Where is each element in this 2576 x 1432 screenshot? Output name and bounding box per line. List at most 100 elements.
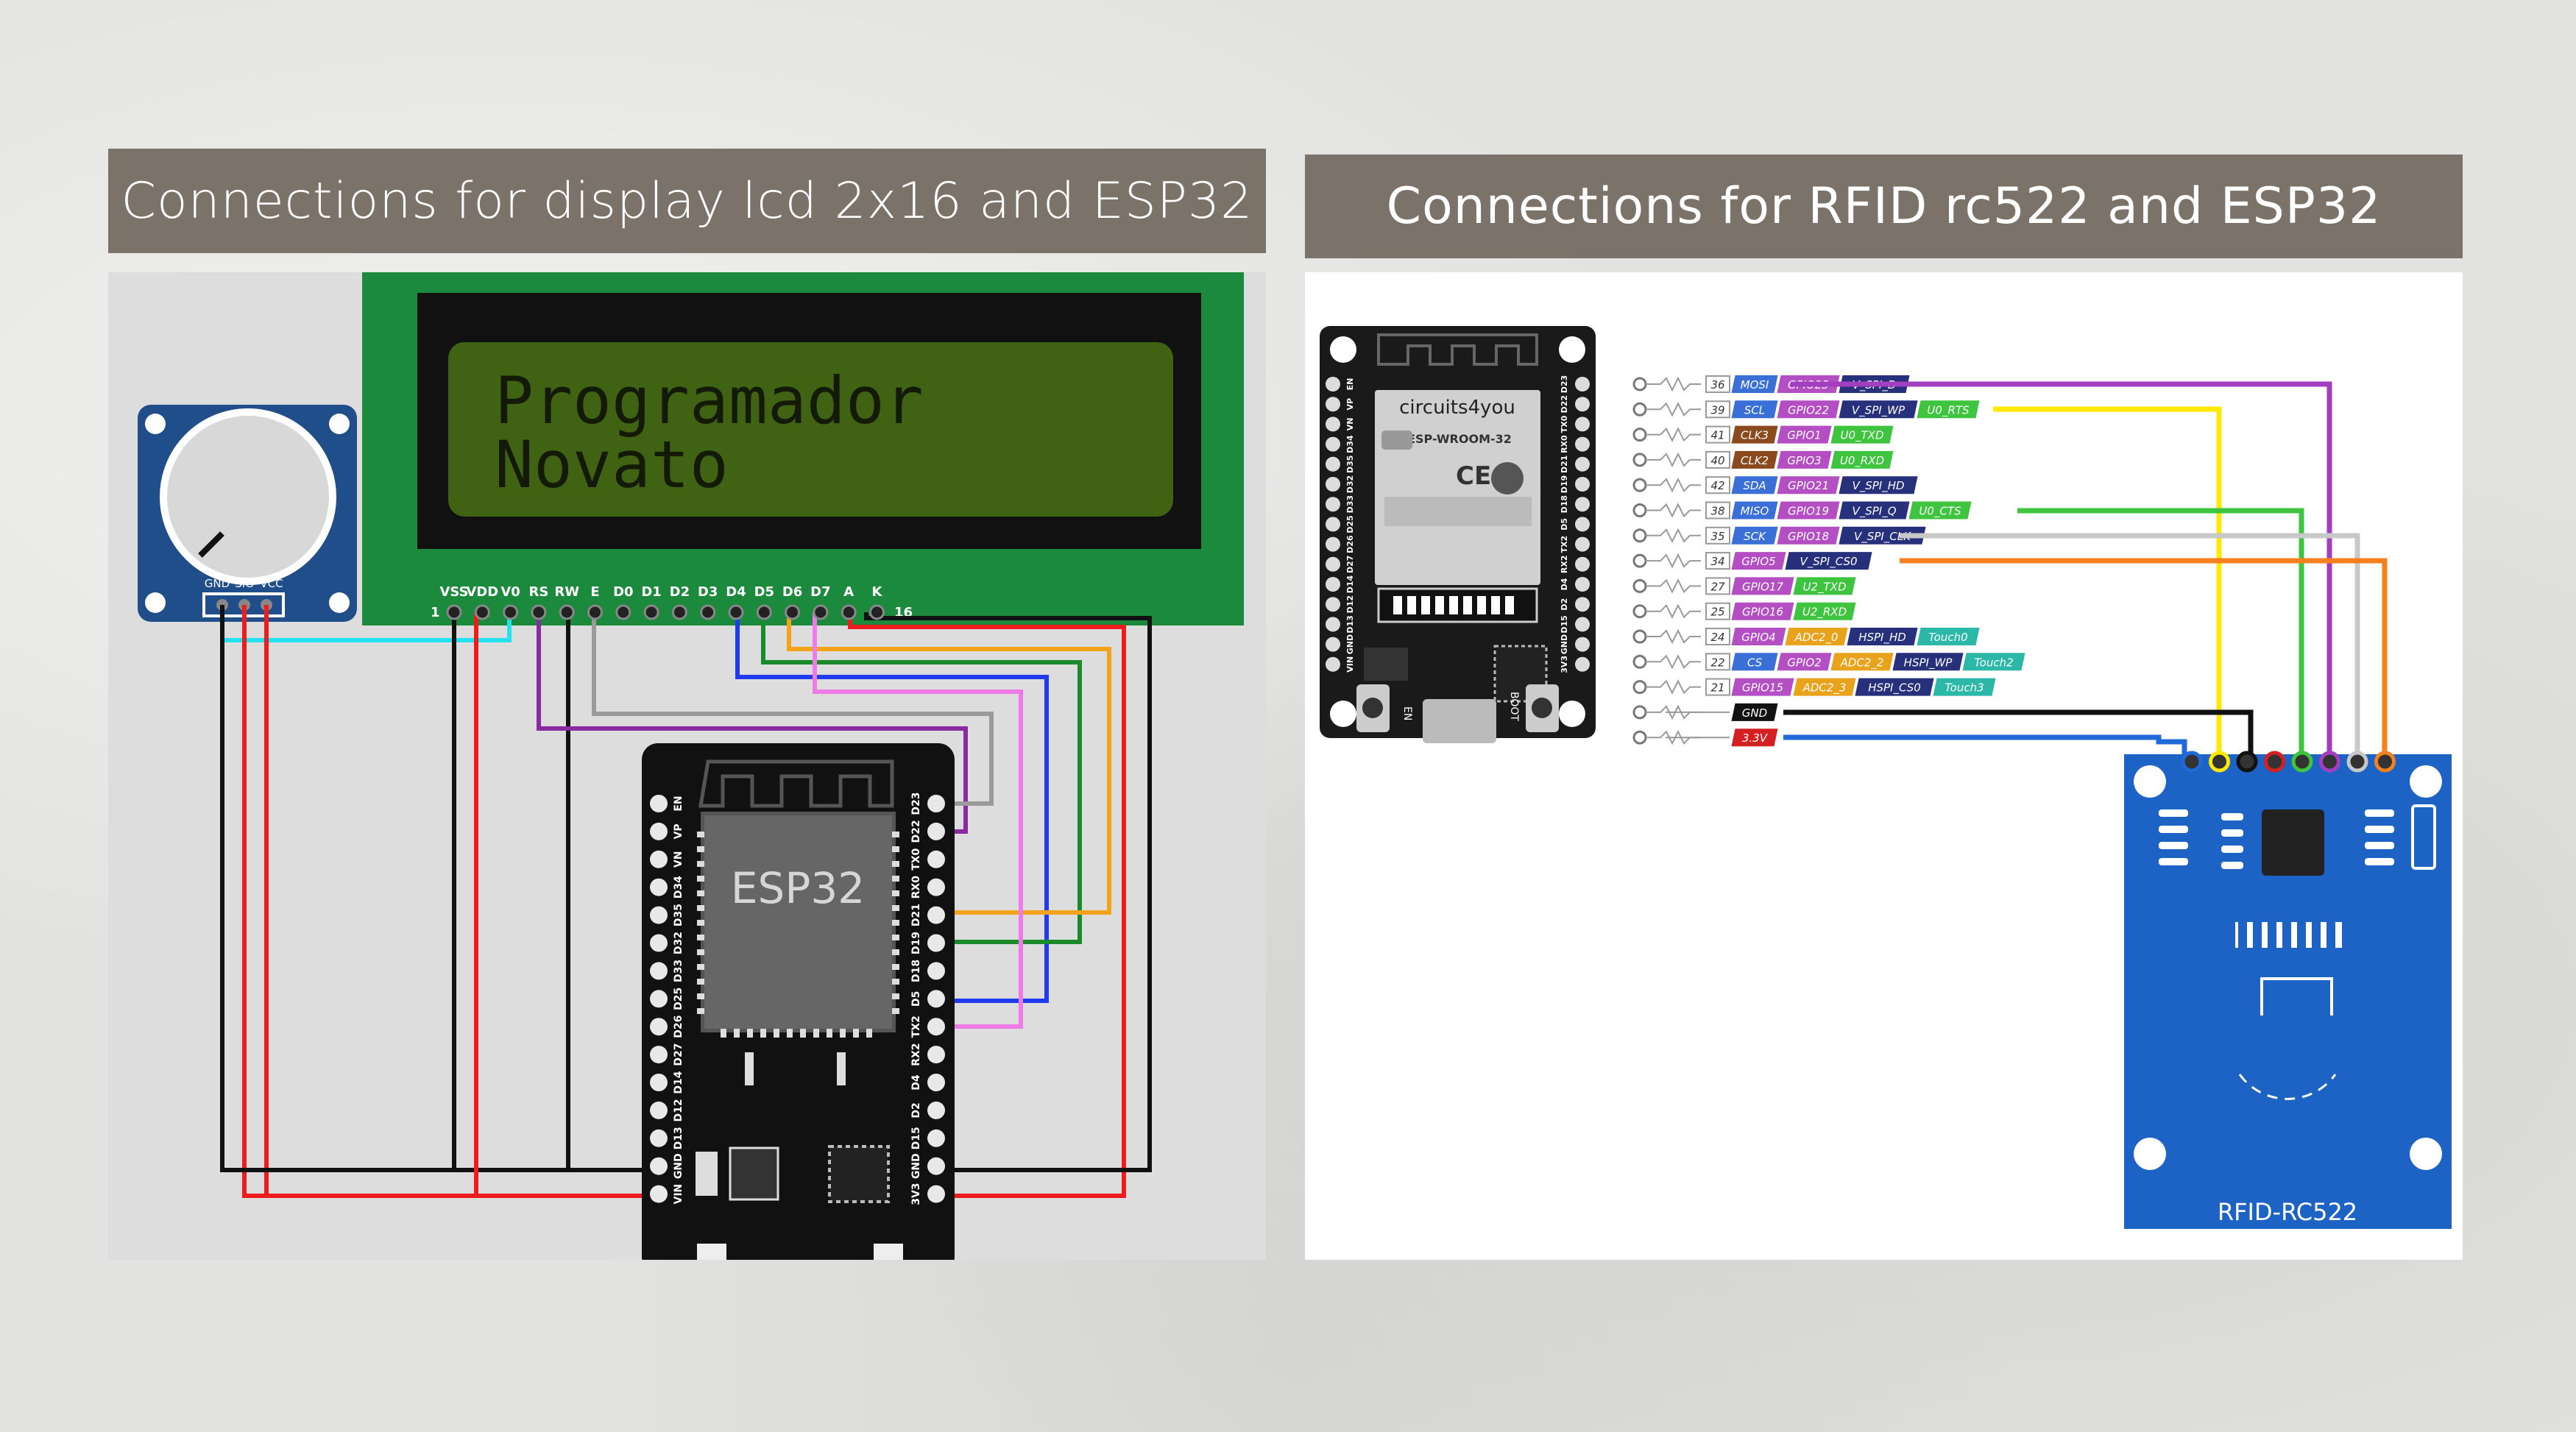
esp32-pin-label: GND	[910, 1153, 922, 1179]
pinout-label-text: ADC2_3	[1802, 681, 1847, 695]
lcd-pin-label: D1	[641, 584, 661, 600]
ic-leg-gap	[2268, 922, 2276, 948]
esp32-pin-label: TX2	[910, 1015, 922, 1038]
esp32-pin-label: D23	[910, 792, 922, 815]
pot-pin-gnd-label: GND	[205, 577, 230, 590]
chip-leg	[840, 1029, 846, 1038]
board-pin-label: GND	[1560, 634, 1569, 654]
pinout-resistor	[1646, 578, 1701, 594]
pinout-label-text: GPIO4	[1741, 631, 1775, 644]
pinout-label-text: U0_RTS	[1927, 403, 1970, 417]
chip-leg	[892, 920, 899, 926]
board-pin-dot	[1575, 577, 1590, 592]
pinout-label-text: CLK2	[1741, 454, 1769, 467]
smd-pad	[2365, 809, 2394, 817]
pinout-label-text: GPIO19	[1788, 505, 1829, 518]
esp32-pin-dot	[650, 1101, 668, 1119]
pinout-terminal	[1632, 528, 1647, 543]
pinout-terminal	[1632, 680, 1647, 695]
pot-pin-vcc-label: VCC	[260, 577, 283, 590]
esp32-pin-label: VN	[673, 851, 684, 868]
board-pin-label: TX0	[1560, 415, 1569, 433]
board-pin-dot	[1575, 456, 1590, 472]
pinout-label-text: GPIO17	[1742, 580, 1783, 593]
lcd-pin-dot	[813, 604, 829, 620]
smd-pad	[2221, 813, 2243, 820]
esp32-pin-label: D25	[673, 988, 684, 1010]
esp32-pin-dot	[650, 1129, 668, 1147]
smd-pad	[2221, 846, 2243, 853]
lcd-1602-module: Programador Novato VSSVDD V0 RS RW E D0 D1 D2 D3…	[362, 272, 1244, 625]
board-pin-label: D26	[1345, 535, 1355, 553]
board-pin-label: D18	[1560, 495, 1569, 513]
board-pin-label: D23	[1560, 375, 1569, 393]
esp32-pin-dot	[927, 934, 945, 952]
pinout-label-text: Touch2	[1974, 656, 2013, 669]
left-panel-title: Connections for display lcd 2x16 and ESP…	[108, 149, 1266, 253]
pinout-resistor	[1646, 528, 1701, 544]
wire-miso	[2017, 508, 2304, 758]
pinout-terminal	[1632, 604, 1647, 619]
pinout-label-text: SDA	[1743, 479, 1766, 492]
board-pin-label: 3V3	[1560, 656, 1569, 673]
chip-leg	[697, 949, 704, 955]
esp32-pin-dot	[927, 878, 945, 896]
chip-leg	[697, 920, 704, 926]
esp32-devkit-board: circuits4you ESP-WROOM-32 CE EN BOOT EN V…	[1320, 326, 1596, 743]
lcd-pin-label: D4	[726, 584, 746, 600]
lcd-pin-label: RW	[554, 584, 579, 600]
board-pin-label: D2	[1560, 598, 1569, 611]
pinout-resistor	[1646, 503, 1701, 518]
board-pin-dot	[1326, 577, 1340, 592]
esp32-pin-dot	[927, 990, 945, 1008]
board-pin-dot	[1575, 497, 1590, 512]
pinout-label-text: HSPI_WP	[1904, 656, 1953, 670]
lcd-pin-label: D3	[698, 584, 718, 600]
esp32-pin-dot	[650, 1185, 668, 1203]
chip-leg	[760, 1029, 766, 1038]
esp32-pin-label: D15	[910, 1127, 922, 1149]
board-pin-label: D27	[1345, 556, 1355, 573]
lcd-pin-label: VSS	[439, 584, 468, 600]
chip-leg	[892, 890, 899, 896]
pinout-label-text: V_SPI_HD	[1852, 479, 1904, 493]
smd-pad	[2159, 842, 2188, 849]
esp32-pin-dot	[650, 1157, 668, 1175]
smd-pad	[2159, 826, 2188, 833]
rfid-pin	[2374, 751, 2396, 773]
board-pin-label: D35	[1345, 456, 1355, 473]
pinout-pin-number: 21	[1710, 681, 1724, 695]
board-pin-dot	[1575, 517, 1590, 532]
pinout-terminal	[1632, 402, 1647, 417]
pinout-label-text: V_SPI_CS0	[1800, 555, 1857, 569]
board-chip-legs	[1393, 596, 1514, 614]
pinout-label-text: Touch3	[1945, 681, 1984, 695]
lcd-pin-dot	[559, 604, 575, 620]
chip-leg	[800, 1029, 806, 1038]
lcd-pin-dot	[503, 604, 519, 620]
ic-leg-gap	[2282, 922, 2291, 948]
pinout-label-text: SCK	[1744, 530, 1766, 543]
chip-leg	[892, 846, 899, 852]
rfid-pin	[2264, 751, 2285, 773]
wire-sck	[1900, 533, 2360, 758]
pinout-label-text: CS	[1747, 656, 1763, 669]
chip-leg	[892, 993, 899, 999]
pinout-resistor	[1646, 654, 1701, 670]
pinout-terminal	[1632, 553, 1647, 568]
smd-pad	[2365, 842, 2394, 849]
pinout-pin-number: 22	[1710, 656, 1724, 669]
pinout-terminal	[1632, 478, 1647, 492]
esp32-pin-dot	[650, 1018, 668, 1036]
rfid-pin	[2291, 751, 2313, 773]
pinout-resistor	[1646, 427, 1701, 442]
board-pin-label: D34	[1345, 435, 1355, 453]
pinout-terminal	[1632, 654, 1647, 669]
lcd-pin-first-number: 1	[431, 605, 440, 620]
esp32-pin-dot	[650, 962, 668, 980]
board-pin-dot	[1326, 497, 1340, 512]
esp32-chip-label: ESP32	[731, 863, 865, 913]
pinout-label-text: ADC2_2	[1840, 656, 1884, 670]
pinout-terminal	[1632, 377, 1647, 391]
board-pin-dot	[1575, 597, 1590, 612]
